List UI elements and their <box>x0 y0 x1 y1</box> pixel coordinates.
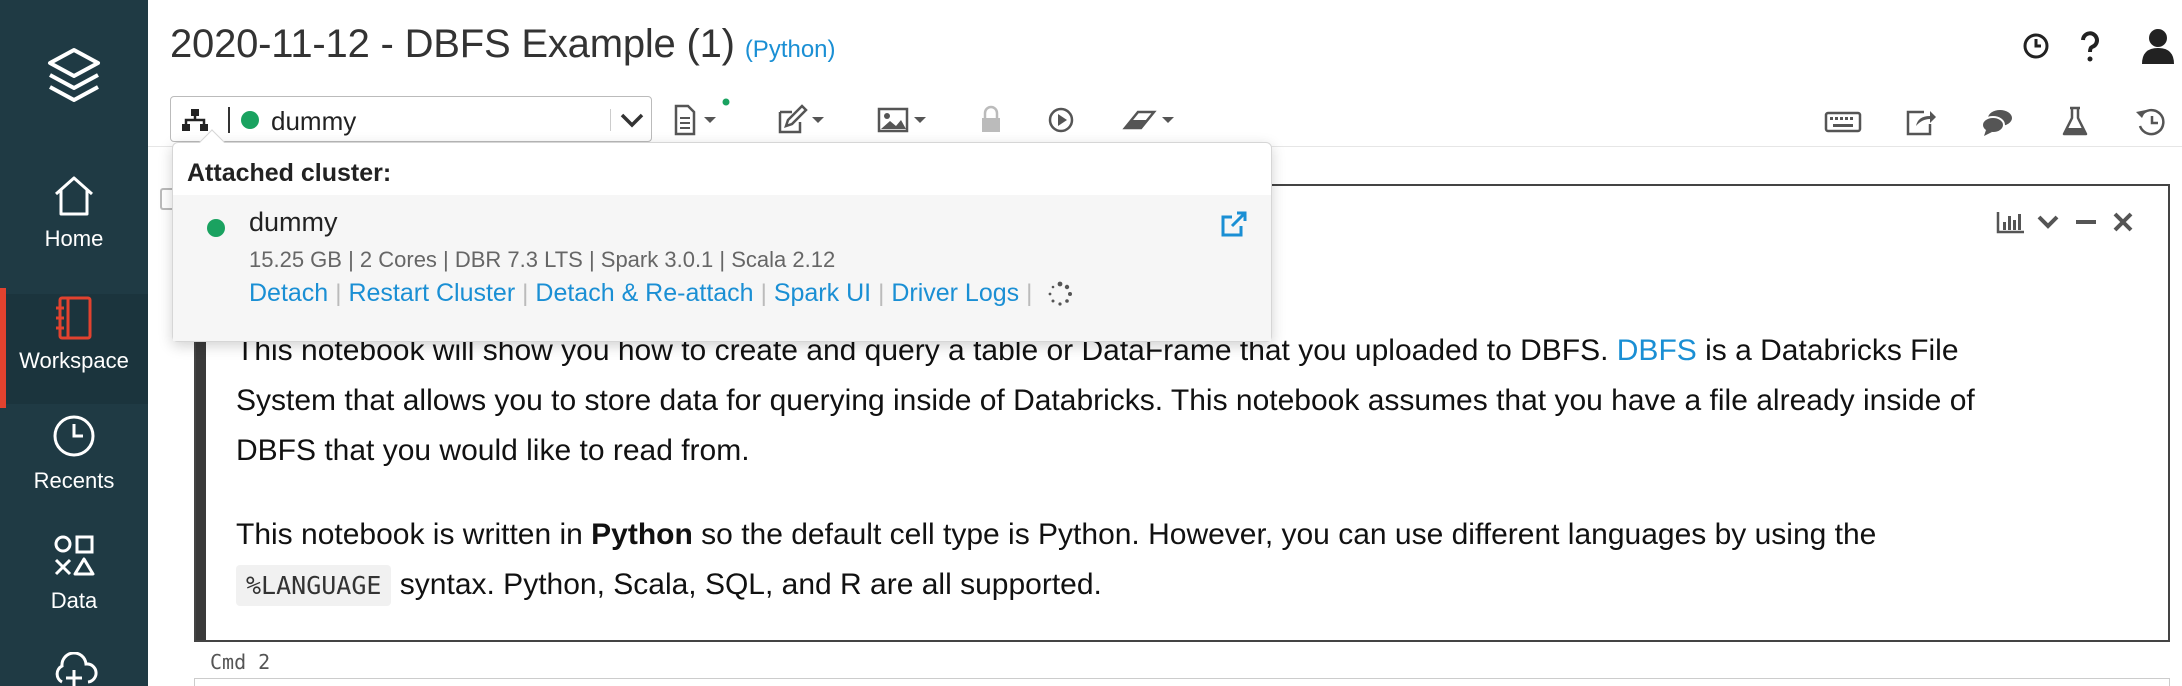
sidebar-item-label: Recents <box>33 468 115 493</box>
text: This notebook is written in <box>236 518 592 551</box>
minimize-icon[interactable] <box>2074 212 2098 232</box>
experiment-icon[interactable] <box>2060 104 2090 140</box>
keyboard-shortcuts-icon[interactable] <box>1824 104 1862 140</box>
popover-heading: Attached cluster: <box>187 159 392 187</box>
view-menu-icon[interactable] <box>876 100 932 140</box>
cluster-status-dot <box>207 219 225 237</box>
revision-history-icon[interactable] <box>2018 28 2054 64</box>
clear-menu-icon[interactable] <box>1120 100 1182 140</box>
external-link-icon[interactable] <box>1219 209 1249 239</box>
chevron-down-icon[interactable] <box>619 110 645 130</box>
separator: | <box>878 279 885 307</box>
restart-cluster-link[interactable]: Restart Cluster <box>348 279 515 308</box>
attached-cluster-popover: Attached cluster: dummy 15.25 GB | 2 Cor… <box>172 129 1272 342</box>
databricks-notebook-app: Home Workspace Recents Data 2020-11-12 -… <box>0 0 2182 686</box>
sidebar-item-label: Workspace <box>19 348 129 373</box>
text: System that allows you to store data for… <box>236 384 1975 417</box>
sidebar-item-label: Data <box>50 588 98 613</box>
cluster-tree-icon <box>182 109 208 131</box>
notebook-cell-2[interactable] <box>194 678 2170 686</box>
notebook-language-link[interactable]: (Python) <box>745 36 836 64</box>
revision-history-right-icon[interactable] <box>2134 104 2168 140</box>
close-icon[interactable] <box>2112 211 2134 233</box>
chevron-down-icon[interactable] <box>2036 212 2060 232</box>
cluster-meta: 15.25 GB | 2 Cores | DBR 7.3 LTS | Spark… <box>249 247 836 272</box>
divider <box>610 109 611 131</box>
dbfs-link[interactable]: DBFS <box>1617 334 1697 367</box>
cluster-name: dummy <box>271 106 357 136</box>
sidebar-item-workspace[interactable]: Workspace <box>0 288 148 408</box>
cluster-name: dummy <box>249 207 338 237</box>
inline-code: %LANGUAGE <box>236 565 392 606</box>
separator: | <box>335 279 342 307</box>
text: DBFS that you would like to read from. <box>236 434 750 467</box>
comments-icon[interactable] <box>1980 104 2016 140</box>
sidebar-item-recents[interactable]: Recents <box>0 414 148 524</box>
notebook-title[interactable]: 2020-11-12 - DBFS Example (1) <box>170 22 735 67</box>
paragraph-language: This notebook is written in Python so th… <box>236 510 2156 611</box>
cluster-cloud-icon[interactable] <box>50 652 98 686</box>
paragraph-dbfs-intro: This notebook will show you how to creat… <box>236 326 2156 476</box>
databricks-logo[interactable] <box>44 44 104 110</box>
home-icon <box>55 176 93 216</box>
workspace-icon <box>56 296 92 340</box>
spark-ui-link[interactable]: Spark UI <box>774 279 871 308</box>
cluster-selector[interactable]: dummy <box>170 96 652 142</box>
share-icon[interactable] <box>1904 104 1938 140</box>
text: is a Databricks File <box>1696 334 1959 367</box>
file-menu-icon[interactable] <box>672 100 722 140</box>
separator: | <box>522 279 529 307</box>
sidebar: Home Workspace Recents Data <box>0 0 148 686</box>
loading-spinner-icon <box>1048 281 1073 306</box>
driver-logs-link[interactable]: Driver Logs <box>891 279 1019 308</box>
detach-link[interactable]: Detach <box>249 279 328 308</box>
cluster-status-dot <box>241 111 259 129</box>
cluster-actions: Detach | Restart Cluster | Detach & Re-a… <box>249 279 1073 308</box>
user-icon[interactable] <box>2138 26 2178 66</box>
text: syntax. Python, Scala, SQL, and R are al… <box>391 568 1102 601</box>
sidebar-item-home[interactable]: Home <box>0 172 148 282</box>
cmd-label: Cmd 2 <box>210 650 271 674</box>
cluster-details: dummy 15.25 GB | 2 Cores | DBR 7.3 LTS |… <box>173 195 1271 341</box>
help-icon[interactable] <box>2072 28 2108 64</box>
data-icon <box>54 535 95 576</box>
notebook-header: 2020-11-12 - DBFS Example (1) (Python) <box>170 22 836 72</box>
edit-menu-icon[interactable] <box>776 100 832 140</box>
sidebar-item-label: Home <box>44 226 104 251</box>
run-all-icon[interactable] <box>1044 100 1078 140</box>
detach-reattach-link[interactable]: Detach & Re-attach <box>535 279 753 308</box>
divider <box>228 107 230 133</box>
sidebar-item-data[interactable]: Data <box>0 534 148 644</box>
bold-text: Python <box>591 518 693 551</box>
text: so the default cell type is Python. Howe… <box>692 518 1877 551</box>
separator: | <box>1026 279 1033 307</box>
unsaved-indicator-dot <box>722 98 730 106</box>
chart-icon[interactable] <box>1996 210 2026 234</box>
clock-icon <box>53 415 95 457</box>
lock-icon[interactable] <box>976 100 1006 140</box>
separator: | <box>760 279 767 307</box>
